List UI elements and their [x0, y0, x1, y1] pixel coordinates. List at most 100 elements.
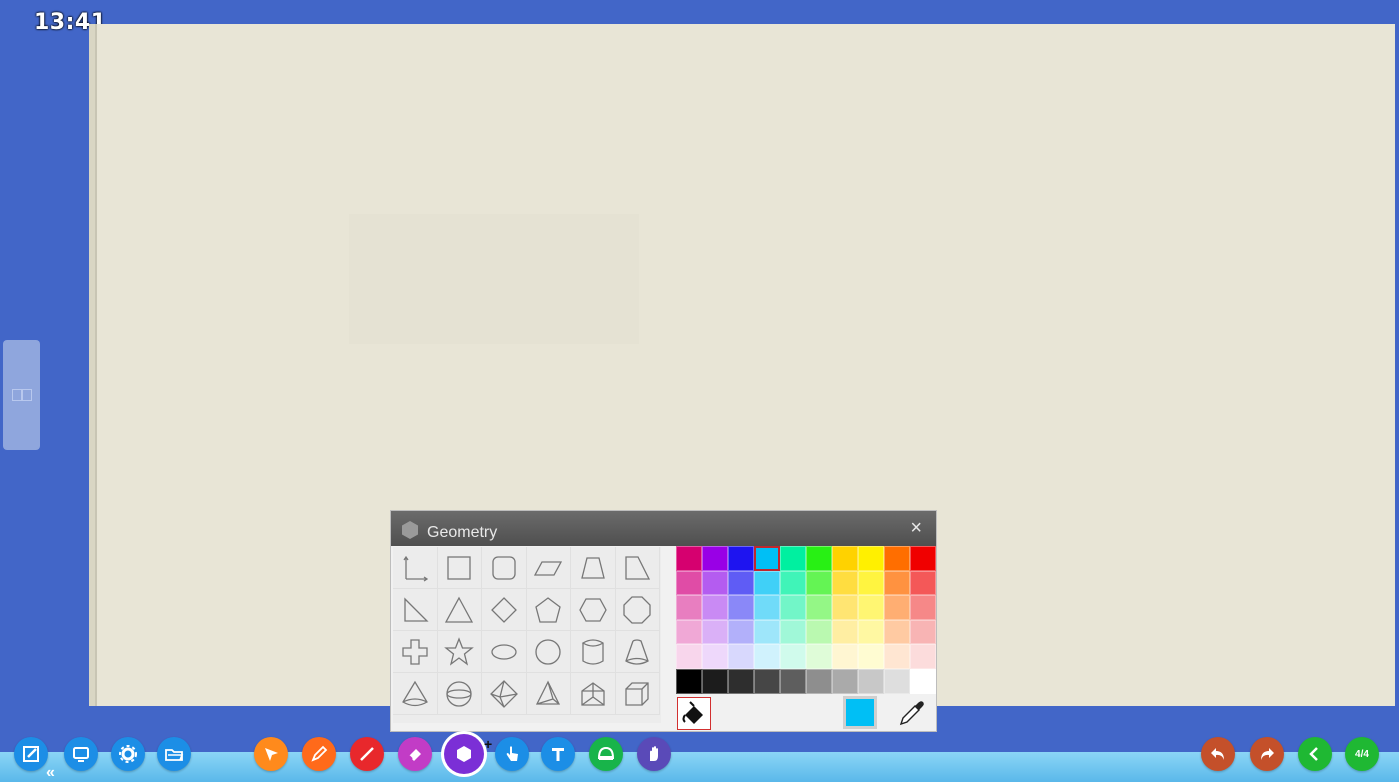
close-button[interactable]: × — [910, 517, 922, 540]
color-swatch[interactable] — [910, 595, 936, 620]
touch-tool[interactable] — [495, 737, 529, 771]
color-swatch[interactable] — [754, 546, 780, 571]
color-swatch[interactable] — [832, 619, 858, 645]
color-swatch[interactable] — [702, 570, 728, 596]
color-swatch[interactable] — [910, 546, 936, 571]
color-swatch[interactable] — [676, 595, 702, 620]
shape-circle-button[interactable] — [526, 631, 571, 673]
fill-bucket-button[interactable] — [677, 697, 711, 730]
color-swatch[interactable] — [780, 668, 806, 694]
current-color-swatch[interactable] — [843, 696, 877, 729]
select-tool[interactable] — [254, 737, 288, 771]
shape-diamond-button[interactable] — [482, 589, 527, 631]
color-swatch[interactable] — [884, 546, 910, 571]
shape-triangle-button[interactable] — [437, 589, 482, 631]
color-swatch[interactable] — [884, 644, 910, 669]
shape-octahedron-button[interactable] — [482, 673, 527, 715]
edit-button[interactable] — [14, 737, 48, 771]
shape-rectangle-button[interactable] — [437, 547, 482, 589]
color-swatch[interactable] — [832, 546, 858, 571]
color-swatch[interactable] — [702, 595, 728, 620]
shape-axis-button[interactable] — [393, 547, 438, 589]
color-swatch[interactable] — [728, 668, 754, 694]
color-swatch[interactable] — [910, 570, 936, 596]
geometry-tool[interactable] — [444, 734, 484, 774]
color-swatch[interactable] — [728, 595, 754, 620]
color-swatch[interactable] — [910, 619, 936, 645]
shape-pentagon-button[interactable] — [526, 589, 571, 631]
color-swatch[interactable] — [806, 595, 832, 620]
eraser-tool[interactable] — [398, 737, 432, 771]
shape-cylinder-button[interactable] — [571, 631, 616, 673]
color-swatch[interactable] — [702, 546, 728, 571]
shape-pyramid-button[interactable] — [526, 673, 571, 715]
shape-parallelogram-button[interactable] — [526, 547, 571, 589]
color-swatch[interactable] — [702, 619, 728, 645]
color-swatch[interactable] — [780, 619, 806, 645]
shape-star-button[interactable] — [437, 631, 482, 673]
color-swatch[interactable] — [884, 668, 910, 694]
side-panel-handle[interactable] — [3, 340, 40, 450]
shape-trapezoid-button[interactable] — [571, 547, 616, 589]
shape-rounded-rectangle-button[interactable] — [482, 547, 527, 589]
prev-page-button[interactable] — [1298, 737, 1332, 771]
color-swatch[interactable] — [806, 546, 832, 571]
color-swatch[interactable] — [910, 668, 936, 694]
color-swatch[interactable] — [728, 546, 754, 571]
color-swatch[interactable] — [702, 644, 728, 669]
color-swatch[interactable] — [780, 570, 806, 596]
color-swatch[interactable] — [806, 619, 832, 645]
color-swatch[interactable] — [676, 668, 702, 694]
color-swatch[interactable] — [754, 595, 780, 620]
color-swatch[interactable] — [754, 619, 780, 645]
protractor-tool[interactable] — [589, 737, 623, 771]
color-swatch[interactable] — [832, 668, 858, 694]
color-swatch[interactable] — [754, 644, 780, 669]
open-folder-button[interactable] — [157, 737, 191, 771]
shape-cross-button[interactable] — [393, 631, 438, 673]
color-swatch[interactable] — [858, 644, 884, 669]
screen-button[interactable] — [64, 737, 98, 771]
shape-cone-frustum-button[interactable] — [615, 631, 660, 673]
shape-right-triangle-button[interactable] — [393, 589, 438, 631]
color-swatch[interactable] — [780, 546, 806, 571]
page-indicator[interactable]: 4/4 — [1345, 737, 1379, 771]
collapse-toolbar-button[interactable]: « — [46, 764, 55, 782]
color-swatch[interactable] — [676, 644, 702, 669]
redo-button[interactable] — [1250, 737, 1284, 771]
shape-sphere-button[interactable] — [437, 673, 482, 715]
color-swatch[interactable] — [780, 595, 806, 620]
color-swatch[interactable] — [858, 619, 884, 645]
settings-button[interactable] — [111, 737, 145, 771]
color-swatch[interactable] — [780, 644, 806, 669]
color-swatch[interactable] — [858, 546, 884, 571]
shape-cube-button[interactable] — [615, 673, 660, 715]
color-swatch[interactable] — [728, 619, 754, 645]
color-swatch[interactable] — [832, 644, 858, 669]
text-tool[interactable] — [541, 737, 575, 771]
color-swatch[interactable] — [676, 619, 702, 645]
color-swatch[interactable] — [728, 644, 754, 669]
shape-ellipse-button[interactable] — [482, 631, 527, 673]
color-swatch[interactable] — [806, 644, 832, 669]
panel-header[interactable]: Geometry × — [391, 511, 936, 546]
pen-tool[interactable] — [302, 737, 336, 771]
shape-prism-button[interactable] — [571, 673, 616, 715]
color-swatch[interactable] — [832, 595, 858, 620]
color-swatch[interactable] — [754, 570, 780, 596]
shape-cone-button[interactable] — [393, 673, 438, 715]
shape-hexagon-button[interactable] — [571, 589, 616, 631]
color-swatch[interactable] — [676, 546, 702, 571]
color-swatch[interactable] — [806, 570, 832, 596]
color-swatch[interactable] — [910, 644, 936, 669]
color-swatch[interactable] — [806, 668, 832, 694]
color-swatch[interactable] — [676, 570, 702, 596]
undo-button[interactable] — [1201, 737, 1235, 771]
color-swatch[interactable] — [884, 570, 910, 596]
color-swatch[interactable] — [858, 595, 884, 620]
color-swatch[interactable] — [832, 570, 858, 596]
color-swatch[interactable] — [884, 595, 910, 620]
color-swatch[interactable] — [754, 668, 780, 694]
pan-tool[interactable] — [637, 737, 671, 771]
color-swatch[interactable] — [728, 570, 754, 596]
